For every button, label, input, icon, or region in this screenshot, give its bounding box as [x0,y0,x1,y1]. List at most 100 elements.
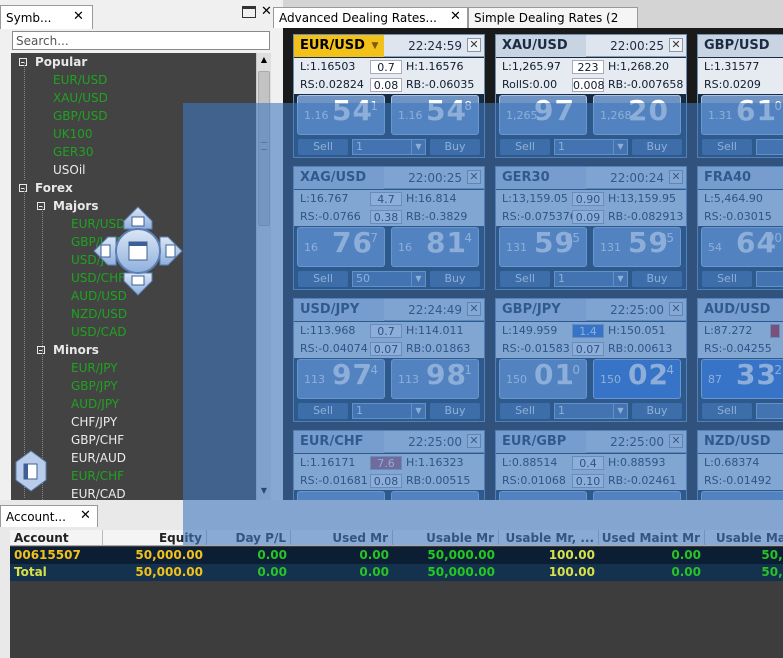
collapse-icon[interactable] [37,201,45,210]
buy-button[interactable]: Buy [430,271,480,287]
tile-symbol[interactable]: GER30 [496,167,586,189]
close-icon[interactable]: ✕ [450,8,461,26]
sell-button[interactable]: Sell [298,271,348,287]
close-icon[interactable]: ✕ [80,506,91,526]
tree-group-minors[interactable]: Minors [37,341,99,359]
sell-price-button[interactable]: 54 64 90 [701,226,783,267]
rate-tile[interactable]: USD/JPY 22:24:49 ✕ L:113.968 0.7 H:114.011 RS:… [293,298,485,422]
dock-left-icon[interactable] [15,450,47,492]
chevron-down-icon[interactable]: ▼ [368,39,382,53]
tile-symbol[interactable]: GBP/USD [698,35,783,57]
chevron-down-icon[interactable]: ▼ [613,140,627,154]
sell-price-button[interactable] [499,491,587,500]
chevron-down-icon[interactable]: ▼ [411,140,425,154]
rate-tile[interactable]: FRA40✕L:5,464.90RS:-0.03015546490Sell▼Bu… [697,166,783,290]
sell-button[interactable]: Sell [298,139,348,155]
quantity-select[interactable]: ▼ [756,139,783,155]
close-icon[interactable]: ✕ [669,302,683,316]
tree-item[interactable]: NZD/USD [71,305,127,323]
quantity-select[interactable]: 1 ▼ [554,271,628,287]
rate-tile[interactable]: NZD/USD✕L:0.68374RS:-0.01492Sell▼Buy [697,430,783,500]
tree-item[interactable]: EUR/USD [53,71,107,89]
rate-tile[interactable]: GBP/USD✕L:1.31577RS:0.02091.31610Sell▼Bu… [697,34,783,158]
tile-symbol[interactable]: GBP/JPY [496,299,586,321]
sell-price-button[interactable]: 1.16 54 1 [297,94,385,135]
sell-button[interactable]: Sell [298,403,348,419]
sell-button[interactable]: Sell [500,403,550,419]
close-icon[interactable]: ✕ [467,38,481,52]
sell-price-button[interactable]: 131 59 05 [499,226,587,267]
tree-group-majors[interactable]: Majors [37,197,98,215]
tile-symbol[interactable]: EUR/GBP [496,431,586,453]
tree-item[interactable]: EUR/CHF [71,467,124,485]
chevron-down-icon[interactable]: ▼ [411,272,425,286]
close-icon[interactable]: ✕ [261,4,272,19]
column-header[interactable]: Usable Mr [393,530,499,546]
column-header[interactable]: Used Mr [291,530,393,546]
chevron-down-icon[interactable]: ▼ [411,404,425,418]
tile-symbol[interactable]: XAU/USD [496,35,586,57]
maximize-icon[interactable] [242,6,256,18]
tree-item[interactable]: XAU/USD [53,89,108,107]
column-header[interactable]: Day P/L [207,530,291,546]
tile-symbol[interactable]: EUR/CHF [294,431,384,453]
quantity-select[interactable]: 1 ▼ [352,139,426,155]
rate-tile[interactable]: EUR/CHF 22:25:00 ✕ L:1.16171 7.6 H:1.16323 RS:… [293,430,485,500]
tile-symbol[interactable]: XAG/USD [294,167,384,189]
buy-button[interactable]: Buy [430,403,480,419]
rate-tile[interactable]: XAG/USD 22:00:25 ✕ L:16.767 4.7 H:16.814 RS:-0… [293,166,485,290]
tree-item[interactable]: USOil [53,161,86,179]
buy-price-button[interactable] [593,491,681,500]
sell-price-button[interactable]: 1.31 61 0 [701,94,783,135]
quantity-select[interactable]: ▼ [756,271,783,287]
rate-tile[interactable]: EUR/USD ▼ 22:24:59 ✕ L:1.16503 0.7 H:1.16576 RS… [293,34,485,158]
rate-tile[interactable]: AUD/USD✕L:87.272RS:-0.0425587332Sell▼Buy [697,298,783,422]
tree-scrollbar[interactable]: ▲ ▼ [256,53,271,500]
sell-button[interactable]: Sell [500,139,550,155]
buy-price-button[interactable]: 1.16 54 8 [391,94,479,135]
tile-symbol[interactable]: NZD/USD [698,431,783,453]
rate-tile[interactable]: GER30 22:00:24 ✕ L:13,159.05 0.90 H:13,159.95… [495,166,687,290]
close-icon[interactable]: ✕ [467,434,481,448]
tree-item[interactable]: CHF/JPY [71,413,117,431]
rate-tile[interactable]: EUR/GBP 22:25:00 ✕ L:0.88514 0.4 H:0.88593 RS:… [495,430,687,500]
sell-price-button[interactable] [297,491,385,500]
column-header[interactable]: Usable Mai [705,530,783,546]
search-input[interactable] [12,31,270,50]
symbols-tab[interactable]: Symb... ✕ [0,5,93,29]
sell-price-button[interactable]: 87 33 2 [701,358,783,399]
sell-price-button[interactable]: 16 76 7 [297,226,385,267]
sell-price-button[interactable]: 1,265 97 [499,94,587,135]
chevron-down-icon[interactable]: ▼ [613,404,627,418]
buy-price-button[interactable] [391,491,479,500]
column-header[interactable]: Usable Mr, ... [499,530,599,546]
tile-symbol[interactable]: FRA40 [698,167,783,189]
column-header[interactable]: Account [10,530,103,546]
buy-price-button[interactable]: 16 81 4 [391,226,479,267]
sell-button[interactable]: Sell [500,271,550,287]
quantity-select[interactable]: 1 ▼ [554,403,628,419]
tab-simple-dealing-rates[interactable]: Simple Dealing Rates (2 [468,7,638,28]
tree-group-forex[interactable]: Forex [19,179,73,197]
close-icon[interactable]: ✕ [73,6,84,28]
quantity-select[interactable]: 1 ▼ [554,139,628,155]
buy-price-button[interactable]: 1,268 20 [593,94,681,135]
tree-item[interactable]: UK100 [53,125,93,143]
tree-item[interactable]: USD/CAD [71,323,127,341]
scroll-down-icon[interactable]: ▼ [259,486,269,496]
tab-advanced-dealing-rates[interactable]: Advanced Dealing Rates... ✕ [273,7,468,28]
collapse-icon[interactable] [19,183,27,192]
rate-tile[interactable]: GBP/JPY 22:25:00 ✕ L:149.959 1.4 H:150.051 RS:… [495,298,687,422]
collapse-icon[interactable] [37,345,45,354]
column-header[interactable]: Equity [103,530,207,546]
tree-item[interactable]: EUR/CAD [71,485,126,500]
sell-button[interactable]: Sell [702,403,752,419]
sell-button[interactable]: Sell [702,271,752,287]
buy-button[interactable]: Buy [632,139,682,155]
tile-symbol[interactable]: AUD/USD [698,299,783,321]
buy-button[interactable]: Buy [632,403,682,419]
tree-item[interactable]: GBP/CHF [71,431,124,449]
close-icon[interactable]: ✕ [669,170,683,184]
tile-symbol[interactable]: USD/JPY [294,299,384,321]
sell-price-button[interactable] [701,491,783,500]
